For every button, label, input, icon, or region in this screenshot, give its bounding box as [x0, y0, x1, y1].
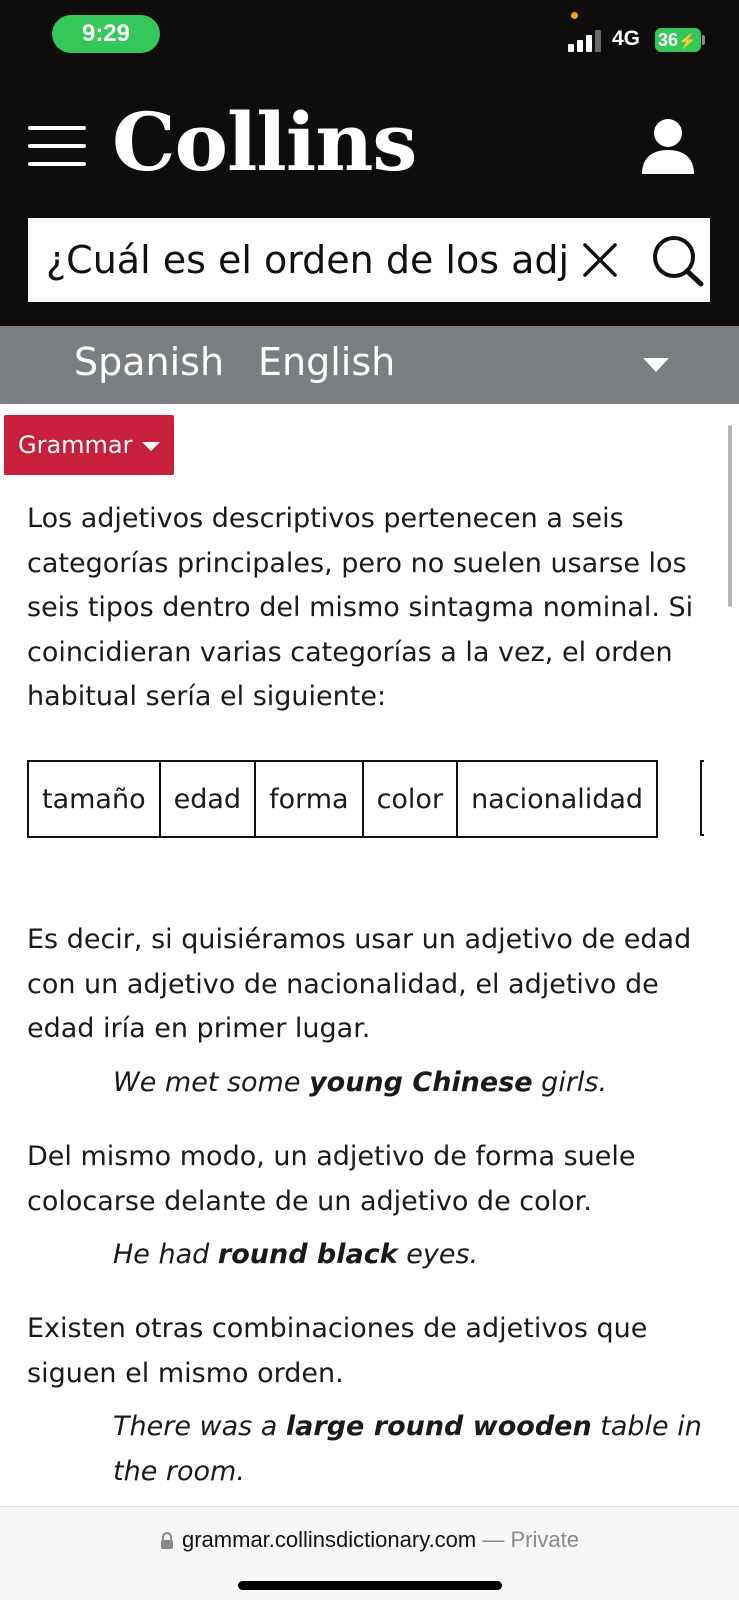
search-icon[interactable] [650, 234, 706, 288]
user-account-icon[interactable] [640, 118, 696, 176]
site-header: Collins [0, 74, 739, 326]
table-overflow-cell [700, 760, 704, 836]
browser-url-bar[interactable]: grammar.collinsdictionary.com — Private [0, 1506, 739, 1600]
example-highlight: round black [217, 1239, 398, 1270]
example-text: eyes. [397, 1239, 479, 1270]
language-spanish-link[interactable]: Spanish [74, 340, 224, 384]
charging-bolt-icon: ⚡ [678, 33, 697, 50]
url-domain: grammar.collinsdictionary.com [182, 1527, 477, 1552]
collins-logo[interactable]: Collins [112, 102, 417, 182]
home-indicator[interactable] [238, 1581, 502, 1590]
example-highlight: large round wooden [285, 1411, 592, 1442]
battery-level: 36 [658, 30, 679, 50]
explanation-paragraph: Existen otras combinaciones de adjetivos… [27, 1313, 648, 1389]
table-cell: color [361, 760, 459, 838]
hamburger-menu-icon[interactable] [28, 126, 86, 166]
scrollbar[interactable] [728, 425, 732, 607]
grammar-dropdown-button[interactable]: Grammar [4, 415, 174, 475]
grammar-button-label: Grammar [18, 431, 133, 459]
adjective-order-table: tamaño edad forma color nacionalidad [27, 760, 659, 838]
example-text: We met some [113, 1067, 310, 1098]
battery-icon: 36⚡ [655, 28, 701, 52]
language-english-link[interactable]: English [258, 340, 395, 384]
example-text: girls. [532, 1067, 608, 1098]
url-display[interactable]: grammar.collinsdictionary.com — Private [0, 1527, 739, 1556]
network-type: 4G [612, 27, 641, 50]
example-highlight: young Chinese [309, 1067, 533, 1098]
example-sentence: There was a large round wooden table in … [113, 1405, 713, 1494]
language-dropdown-chevron-icon[interactable] [643, 358, 669, 372]
table-cell: edad [158, 760, 257, 838]
example-sentence: We met some young Chinese girls. [113, 1061, 713, 1106]
explanation-paragraph: Del mismo modo, un adjetivo de forma sue… [27, 1141, 636, 1217]
search-bar [28, 218, 710, 302]
cellular-signal-icon [568, 30, 602, 52]
table-cell: tamaño [27, 760, 161, 838]
private-mode-label: Private [510, 1527, 579, 1552]
language-bar: Spanish English [0, 326, 739, 404]
status-time: 9:29 [52, 15, 160, 53]
url-separator: — [482, 1527, 505, 1552]
clear-search-icon[interactable] [580, 240, 620, 280]
status-bar: 9:29 4G 36⚡ [0, 0, 739, 74]
search-input[interactable] [46, 218, 566, 302]
explanation-paragraph: Es decir, si quisiéramos usar un adjetiv… [27, 924, 692, 1044]
table-row: tamaño edad forma color nacionalidad [27, 760, 659, 838]
example-sentence: He had round black eyes. [113, 1233, 713, 1278]
mic-indicator-dot [571, 12, 578, 19]
intro-paragraph: Los adjetivos descriptivos pertenecen a … [27, 503, 694, 712]
battery-cap [702, 35, 705, 45]
example-text: There was a [113, 1411, 286, 1442]
lock-icon [160, 1530, 174, 1556]
table-cell: nacionalidad [456, 760, 659, 838]
table-cell: forma [254, 760, 364, 838]
example-text: He had [113, 1239, 218, 1270]
caret-down-icon [142, 442, 160, 451]
